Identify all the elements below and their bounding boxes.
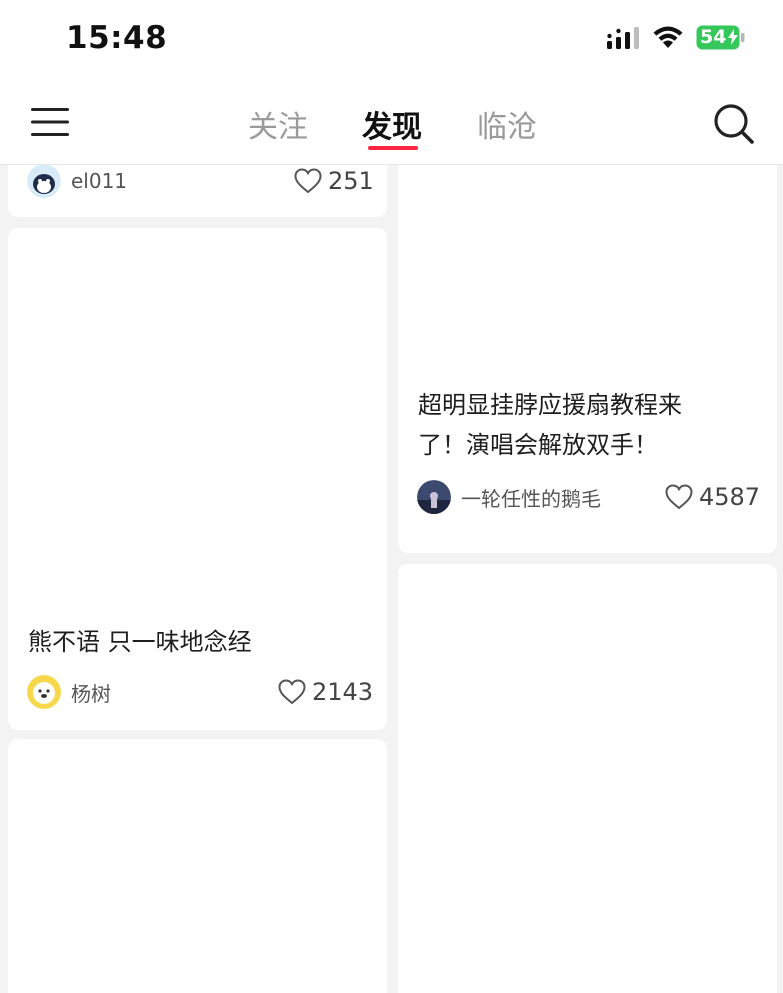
like-button[interactable]: 2143 [278, 675, 373, 709]
card-title: 超明显挂脖应援扇教程来 了！演唱会解放双手！ [418, 385, 682, 465]
battery-charging-icon: 54 [696, 25, 746, 50]
like-count: 4587 [699, 483, 761, 511]
like-button[interactable]: 251 [294, 165, 374, 198]
card-author[interactable]: el011 [27, 165, 127, 198]
cellular-signal-icon [607, 27, 639, 49]
note-card[interactable]: 熊不语 只一味地念经 杨树 2143 [8, 228, 387, 730]
note-card[interactable]: 超明显挂脖应援扇教程来 了！演唱会解放双手！ 一轮任性的鹅毛 4587 [398, 165, 777, 553]
card-author[interactable]: 一轮任性的鹅毛 [417, 480, 601, 514]
like-button[interactable]: 4587 [665, 480, 760, 514]
author-name: 杨树 [71, 681, 111, 706]
menu-button[interactable] [30, 106, 70, 138]
battery-level: 54 [700, 26, 727, 48]
card-cover-image [398, 165, 777, 370]
card-title-line: 超明显挂脖应援扇教程来 [418, 391, 682, 419]
discover-feed[interactable]: el011 251 熊不语 只一味地念经 杨树 2143 超明显挂脖应援扇教程来… [0, 165, 783, 993]
top-nav-bar: 关注 发现 临沧 [0, 78, 783, 165]
avatar [417, 480, 451, 514]
avatar [27, 675, 61, 709]
card-title: 熊不语 只一味地念经 [28, 628, 252, 656]
heart-icon [665, 484, 693, 510]
card-cover-image [8, 228, 387, 613]
card-cover-image [8, 739, 387, 993]
wifi-icon [653, 26, 683, 48]
avatar [27, 165, 61, 198]
note-card[interactable]: el011 251 [8, 165, 387, 217]
author-name: el011 [71, 169, 128, 193]
like-count: 2143 [312, 678, 374, 706]
tab-discover[interactable]: 发现 [362, 102, 422, 146]
tab-local-lincang[interactable]: 临沧 [477, 102, 537, 146]
heart-icon [278, 679, 306, 705]
author-name: 一轮任性的鹅毛 [461, 486, 601, 511]
heart-icon [294, 168, 322, 194]
status-bar: 15:48 54 [0, 0, 783, 78]
card-author[interactable]: 杨树 [27, 675, 111, 709]
charging-bolt-icon [728, 29, 738, 45]
note-card[interactable] [398, 564, 777, 993]
search-button[interactable] [712, 102, 756, 146]
active-tab-indicator [368, 146, 418, 150]
menu-icon [31, 108, 69, 136]
like-count: 251 [328, 167, 374, 195]
card-cover-image [398, 564, 777, 993]
card-title-line: 了！演唱会解放双手！ [418, 431, 658, 459]
tab-follow[interactable]: 关注 [248, 102, 308, 146]
status-time: 15:48 [66, 20, 168, 56]
search-icon [714, 104, 754, 144]
note-card[interactable] [8, 739, 387, 993]
